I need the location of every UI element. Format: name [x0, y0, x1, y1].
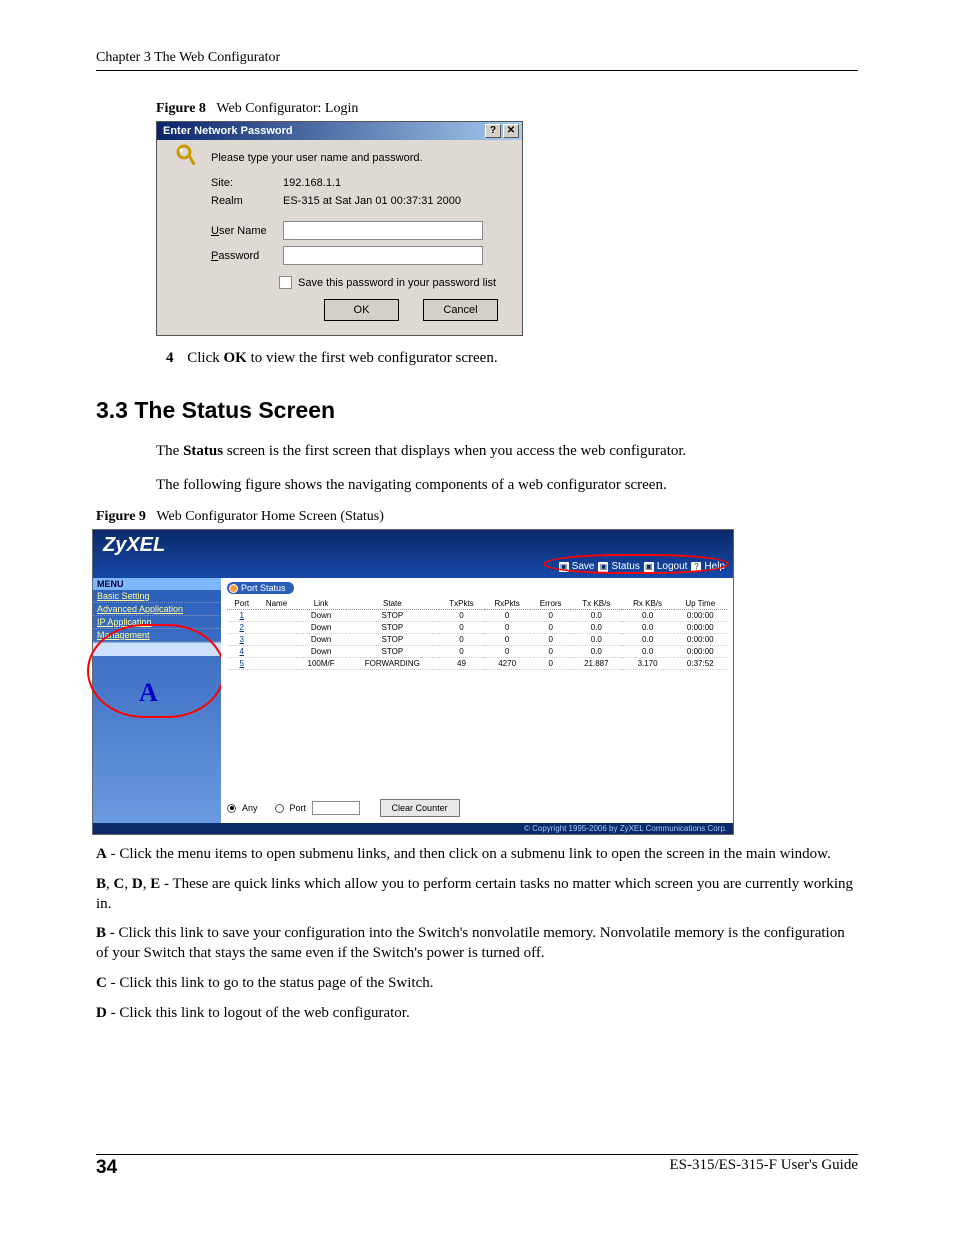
zyxel-logo: ZyXEL [93, 530, 733, 559]
radio-any[interactable] [227, 804, 236, 813]
realm-label: Realm [211, 195, 283, 207]
step-4-num: 4 [166, 350, 174, 366]
guide-name: ES-315/ES-315-F User's Guide [669, 1157, 858, 1179]
page-footer: 34 ES-315/ES-315-F User's Guide [96, 1154, 858, 1179]
status-screenshot: ZyXEL ▣Save ▣Status ▣Logout ?Help B C D … [92, 529, 734, 835]
figure8-caption: Figure 8 Web Configurator: Login [156, 101, 858, 117]
site-value: 192.168.1.1 [283, 177, 508, 189]
intro-para-2: The following figure shows the navigatin… [156, 476, 858, 496]
page-number: 34 [96, 1157, 117, 1179]
clear-counter-button[interactable]: Clear Counter [380, 799, 460, 817]
quicklink-help[interactable]: ?Help [691, 561, 725, 572]
password-input[interactable] [283, 246, 483, 265]
port-status-title: Port Status [227, 582, 294, 594]
table-row: 4DownSTOP0000.00.00:00:00 [227, 646, 727, 658]
ok-button[interactable]: OK [324, 299, 399, 321]
realm-value: ES-315 at Sat Jan 01 00:37:31 2000 [283, 195, 508, 207]
table-row: 1DownSTOP0000.00.00:00:00 [227, 610, 727, 622]
login-dialog: Enter Network Password ? ✕ Please type y… [156, 121, 523, 336]
login-prompt: Please type your user name and password. [211, 152, 423, 164]
port-link[interactable]: 3 [227, 634, 256, 646]
status-icon: ▣ [598, 562, 608, 572]
help-icon[interactable]: ? [485, 124, 501, 138]
username-label: User Name [211, 225, 283, 237]
save-password-label: Save this password in your password list [298, 277, 496, 289]
table-row: 3DownSTOP0000.00.00:00:00 [227, 634, 727, 646]
password-label: Password [211, 250, 283, 262]
section-heading: 3.3 The Status Screen [96, 397, 858, 424]
dialog-titlebar: Enter Network Password ? ✕ [157, 122, 522, 140]
figure9-label: Figure 9 [96, 509, 146, 524]
port-link[interactable]: 5 [227, 658, 256, 670]
menu-basic-setting[interactable]: Basic Setting [93, 590, 221, 603]
figure9-caption: Figure 9 Web Configurator Home Screen (S… [96, 509, 858, 525]
port-link[interactable]: 1 [227, 610, 256, 622]
menu-header: MENU [93, 578, 221, 590]
quicklink-save[interactable]: ▣Save [559, 561, 595, 572]
dialog-title: Enter Network Password [163, 125, 293, 137]
radio-port[interactable] [275, 804, 284, 813]
step-4: 4 Click OK to view the first web configu… [166, 350, 858, 367]
save-icon: ▣ [559, 562, 569, 572]
site-label: Site: [211, 177, 283, 189]
figure8-title: Web Configurator: Login [216, 101, 358, 116]
status-footer: © Copyright 1995-2006 by ZyXEL Communica… [93, 823, 733, 834]
port-status-table: PortNameLinkStateTxPktsRxPktsErrorsTx KB… [227, 598, 727, 670]
menu-advanced-application[interactable]: Advanced Application [93, 603, 221, 616]
sidebar-menu: MENU Basic Setting Advanced Application … [93, 578, 221, 823]
page-header: Chapter 3 The Web Configurator [96, 50, 858, 71]
desc-c: C - Click this link to go to the status … [96, 974, 858, 994]
quicklink-status[interactable]: ▣Status [598, 561, 639, 572]
port-number-input[interactable] [312, 801, 360, 815]
port-link[interactable]: 2 [227, 622, 256, 634]
desc-bcde: B, C, D, E - These are quick links which… [96, 875, 858, 915]
main-panel: Port Status PortNameLinkStateTxPktsRxPkt… [221, 578, 733, 823]
table-row: 2DownSTOP0000.00.00:00:00 [227, 622, 727, 634]
table-header-row: PortNameLinkStateTxPktsRxPktsErrorsTx KB… [227, 598, 727, 610]
desc-b: B - Click this link to save your configu… [96, 924, 858, 964]
desc-d: D - Click this link to logout of the web… [96, 1004, 858, 1024]
logout-icon: ▣ [644, 562, 654, 572]
figure9-title: Web Configurator Home Screen (Status) [156, 509, 383, 524]
intro-para-1: The Status screen is the first screen th… [156, 442, 858, 462]
key-icon [175, 143, 203, 171]
quicklink-logout[interactable]: ▣Logout [644, 561, 688, 572]
figure8-label: Figure 8 [156, 101, 206, 116]
table-row: 5100M/FFORWARDING494270021.8873.1700:37:… [227, 658, 727, 670]
username-input[interactable] [283, 221, 483, 240]
save-password-checkbox[interactable] [279, 276, 292, 289]
port-link[interactable]: 4 [227, 646, 256, 658]
menu-management[interactable]: Management [93, 629, 221, 642]
cancel-button[interactable]: Cancel [423, 299, 498, 321]
desc-a: A - Click the menu items to open submenu… [96, 845, 858, 865]
radio-port-label: Port [290, 803, 307, 813]
help-icon: ? [691, 562, 701, 572]
close-icon[interactable]: ✕ [503, 124, 519, 138]
menu-ip-application[interactable]: IP Application [93, 616, 221, 629]
quicklinks-bar: ▣Save ▣Status ▣Logout ?Help [93, 559, 733, 578]
radio-any-label: Any [242, 803, 258, 813]
